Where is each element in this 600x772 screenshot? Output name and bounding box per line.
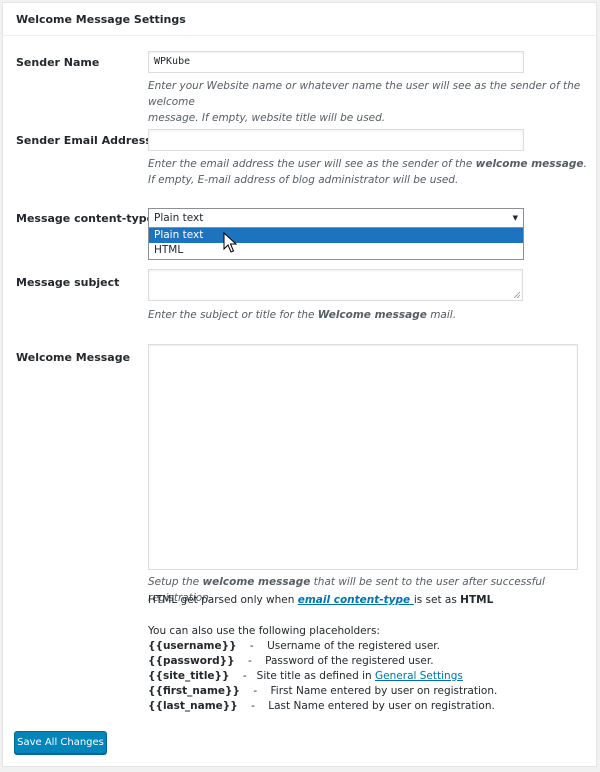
sender-name-label: Sender Name [16,56,100,69]
welcome-desc-text: Setup the [148,576,203,588]
resize-grip-icon[interactable] [514,292,520,298]
placeholder-tag: {{first_name}} [148,685,241,697]
sender-email-input[interactable] [148,129,524,151]
subject-desc-text: Enter the subject or title for the [148,309,318,321]
sender-name-desc-line2: message. If empty, website title will be… [148,112,386,124]
sender-email-desc-line1: Enter the email address the user will se… [148,156,588,172]
placeholder-row: {{site_title}} - Site title as defined i… [148,669,463,684]
placeholder-sep: - [253,685,258,697]
placeholder-text: Site title as defined in [256,670,376,682]
subject-desc-end: mail. [426,309,457,321]
save-all-changes-button[interactable]: Save All Changes [14,731,107,754]
placeholder-sep: - [242,670,247,682]
placeholder-tag: {{last_name}} [148,700,238,712]
sender-email-desc: Enter the email address the user will se… [148,156,588,188]
mouse-cursor-icon [223,232,237,253]
sender-name-value: WPKube [154,56,191,67]
content-type-label: Message content-type [16,212,155,225]
sender-name-desc-line1: Enter your Website name or whatever name… [148,80,581,108]
content-type-select[interactable]: Plain text ▼ [148,208,524,228]
sender-email-desc-emph: welcome message [475,158,584,170]
placeholder-tag: {{password}} [148,655,235,667]
dropdown-caret-icon: ▼ [512,214,518,222]
sender-email-desc-line2: If empty, E-mail address of blog adminis… [148,174,459,186]
welcome-message-label: Welcome Message [16,351,131,364]
placeholder-sep: - [249,640,254,652]
html-note-text: HTML get parsed only when [148,594,298,606]
html-note-text-2: is set as [413,594,461,606]
placeholder-row: {{last_name}} - Last Name entered by use… [148,699,495,714]
placeholder-row: {{username}} - Username of the registere… [148,639,440,654]
general-settings-link[interactable]: General Settings [375,670,463,682]
subject-desc-emph: Welcome message [317,309,427,321]
placeholder-row: {{first_name}} - First Name entered by u… [148,684,497,699]
html-note-html: HTML [460,594,494,606]
welcome-message-textarea[interactable] [148,344,578,570]
placeholder-row: {{password}} - Password of the registere… [148,654,434,669]
html-note: HTML get parsed only when email content-… [148,593,493,608]
placeholder-text: Password of the registered user. [265,655,434,667]
placeholder-sep: - [247,655,252,667]
placeholder-tag: {{username}} [148,640,237,652]
option-plain-text[interactable]: Plain text [149,228,523,243]
content-type-dropdown: Plain text HTML [148,227,524,260]
placeholders-intro: You can also use the following placehold… [148,625,380,637]
sender-name-input[interactable]: WPKube [148,51,524,73]
placeholder-text: Last Name entered by user on registratio… [268,700,495,712]
placeholder-text: Username of the registered user. [267,640,440,652]
email-content-type-link[interactable]: email content-type [298,594,414,606]
subject-label: Message subject [16,276,120,289]
welcome-desc-emph: welcome message [202,576,311,588]
content-type-selected: Plain text [154,212,204,224]
placeholder-sep: - [251,700,255,712]
sender-name-desc: Enter your Website name or whatever name… [148,78,588,126]
subject-textarea[interactable] [148,269,523,301]
sender-email-label: Sender Email Address [16,134,152,147]
subject-desc: Enter the subject or title for the Welco… [148,307,588,323]
placeholder-text: First Name entered by user on registrati… [270,685,498,697]
sender-email-desc-text: Enter the email address the user will se… [148,158,476,170]
sender-email-desc-period: . [583,158,587,170]
option-html[interactable]: HTML [149,243,523,258]
placeholder-tag: {{site_title}} [148,670,230,682]
panel-title: Welcome Message Settings [3,3,596,36]
